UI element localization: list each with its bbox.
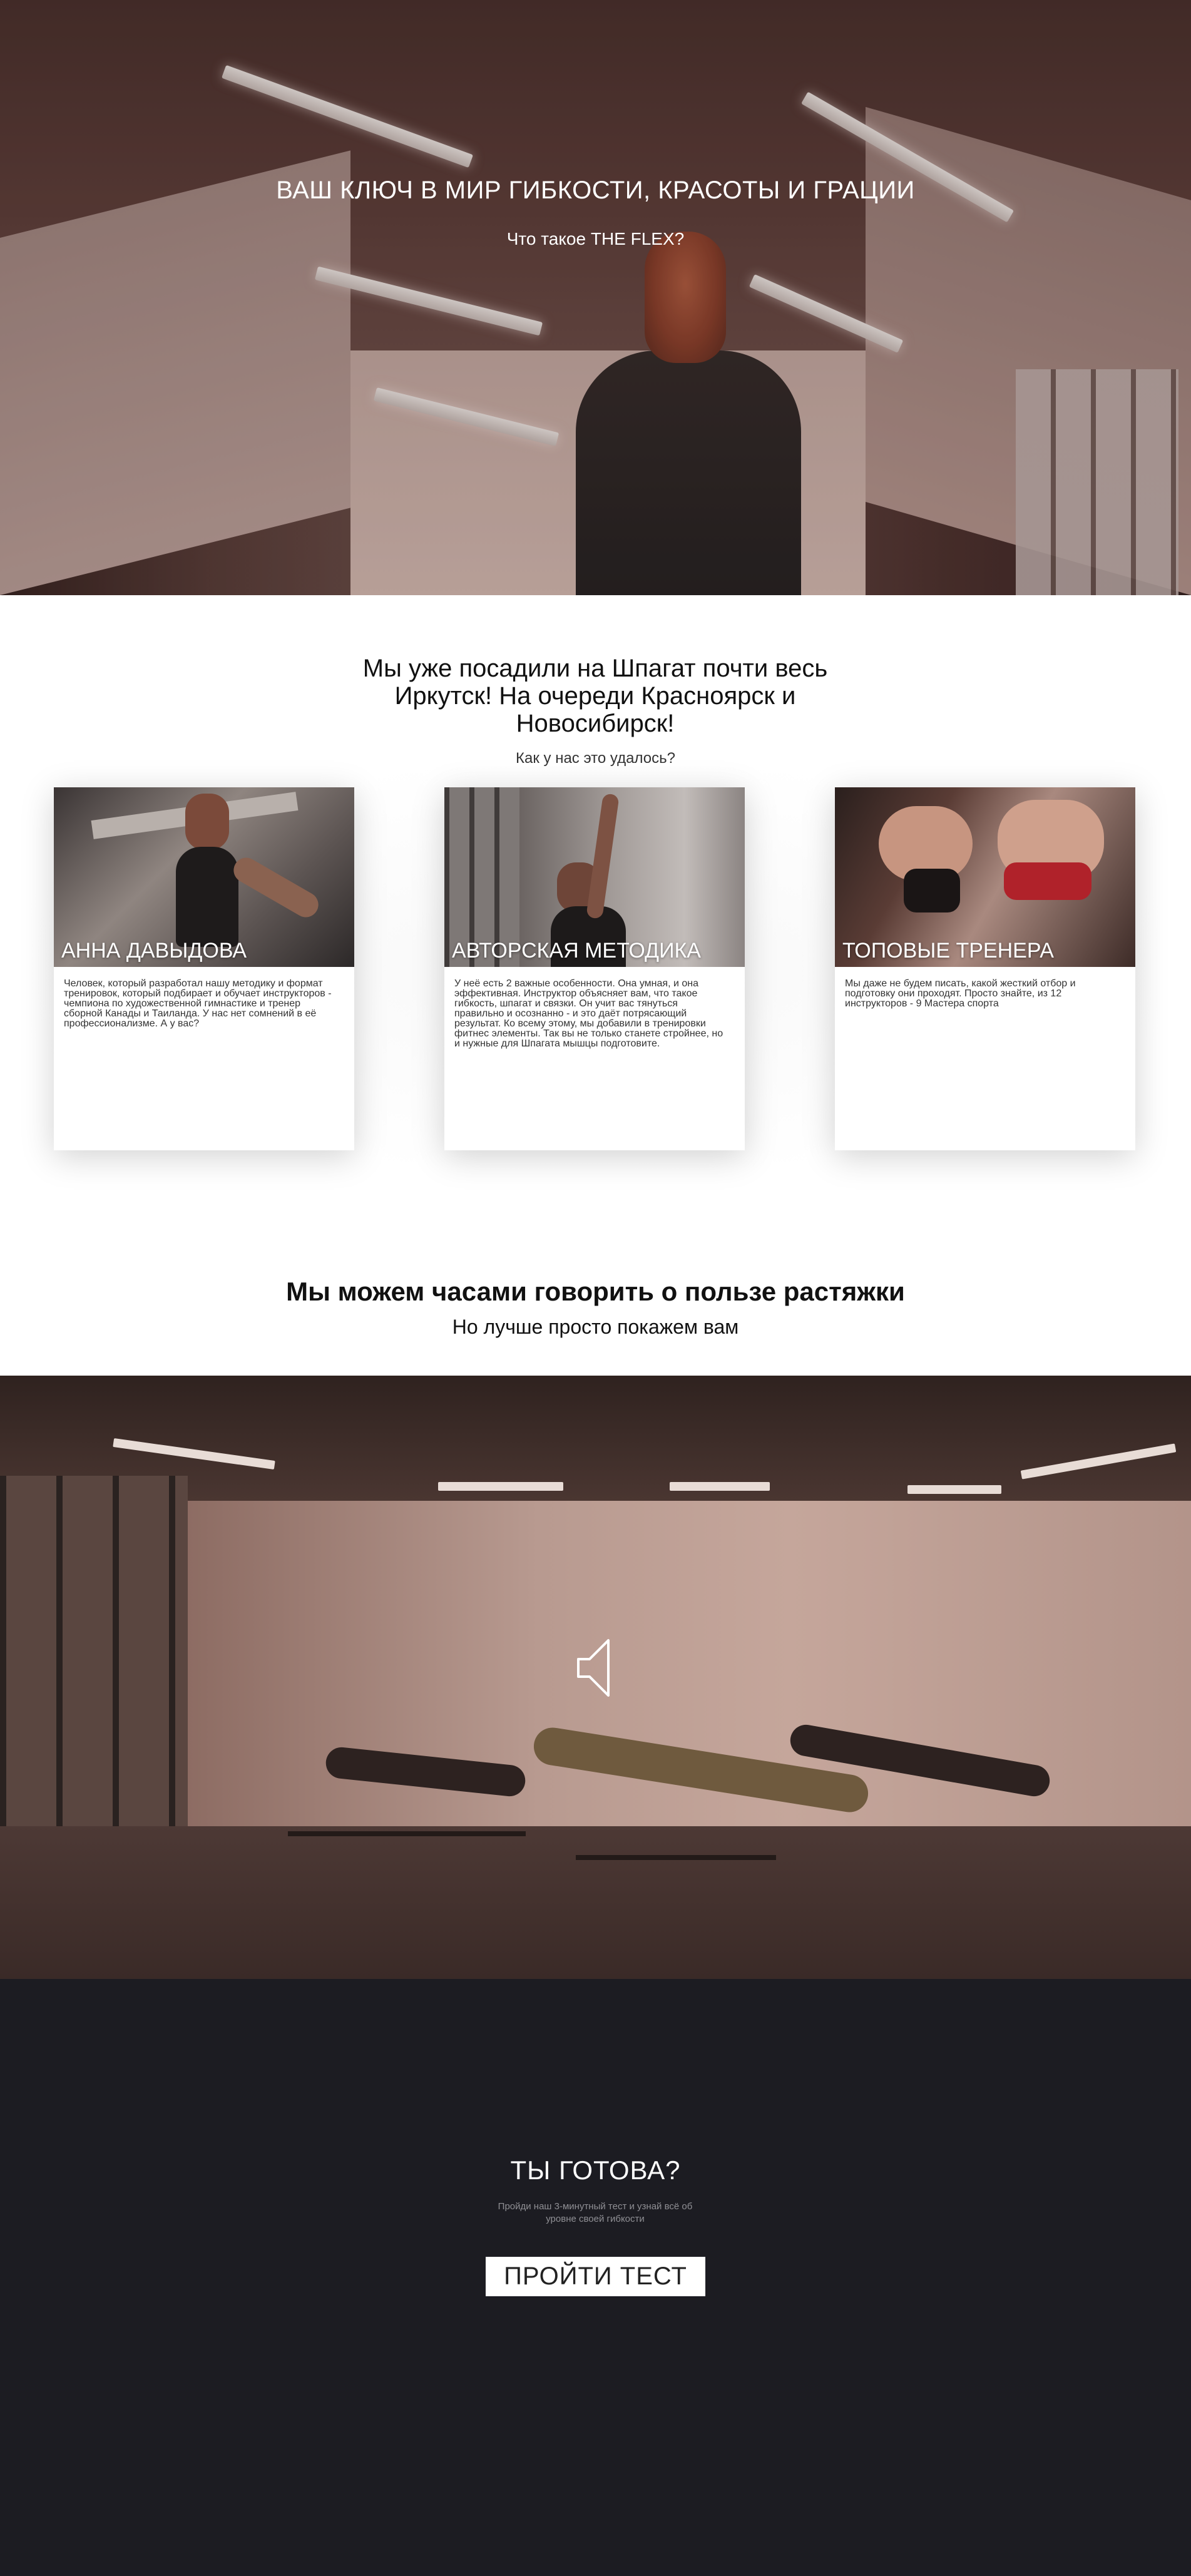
stretch-title: Мы можем часами говорить о пользе растяж… <box>286 1277 905 1306</box>
video-light <box>670 1482 770 1491</box>
take-test-button[interactable]: ПРОЙТИ ТЕСТ <box>486 2257 705 2296</box>
stretch-subtitle: Но лучше просто покажем вам <box>452 1316 739 1338</box>
video-light <box>907 1485 1001 1494</box>
about-subtitle: Как у нас это удалось? <box>516 750 675 767</box>
card-title: АННА ДАВЫДОВА <box>61 939 247 963</box>
card-title: АВТОРСКАЯ МЕТОДИКА <box>452 939 701 963</box>
card-title: ТОПОВЫЕ ТРЕНЕРА <box>842 939 1054 963</box>
cta-section: ТЫ ГОТОВА? Пройди наш 3-минутный тест и … <box>0 1979 1191 2576</box>
video-mat <box>288 1831 526 1836</box>
hero-title: ВАШ КЛЮЧ В МИР ГИБКОСТИ, КРАСОТЫ И ГРАЦИ… <box>276 176 915 204</box>
video-window <box>0 1476 188 1876</box>
about-title: Мы уже посадили на Шпагат почти весь Ирк… <box>362 655 828 737</box>
card-author-method: АВТОРСКАЯ МЕТОДИКА У неё есть 2 важные о… <box>444 787 745 1150</box>
hero-overlay <box>0 0 1191 595</box>
cta-subtitle: Пройди наш 3-минутный тест и узнай всё о… <box>498 2201 693 2224</box>
card-text: У неё есть 2 важные особенности. Она умн… <box>454 978 723 1049</box>
hero-section: ВАШ КЛЮЧ В МИР ГИБКОСТИ, КРАСОТЫ И ГРАЦИ… <box>0 0 1191 595</box>
speaker-muted-icon[interactable] <box>576 1637 615 1699</box>
hero-subtitle-link[interactable]: Что такое THE FLEX? <box>0 229 1191 249</box>
video-light <box>438 1482 563 1491</box>
video-floor <box>0 1826 1191 1979</box>
card-text: Человек, который разработал нашу методик… <box>64 978 332 1029</box>
card-text: Мы даже не будем писать, какой жесткий о… <box>845 978 1076 1009</box>
card-anna-davydova: АННА ДАВЫДОВА Человек, который разработа… <box>54 787 354 1150</box>
cta-title: ТЫ ГОТОВА? <box>510 2155 681 2185</box>
video-mat <box>576 1855 776 1860</box>
card-top-trainers: ТОПОВЫЕ ТРЕНЕРА Мы даже не будем писать,… <box>835 787 1135 1150</box>
